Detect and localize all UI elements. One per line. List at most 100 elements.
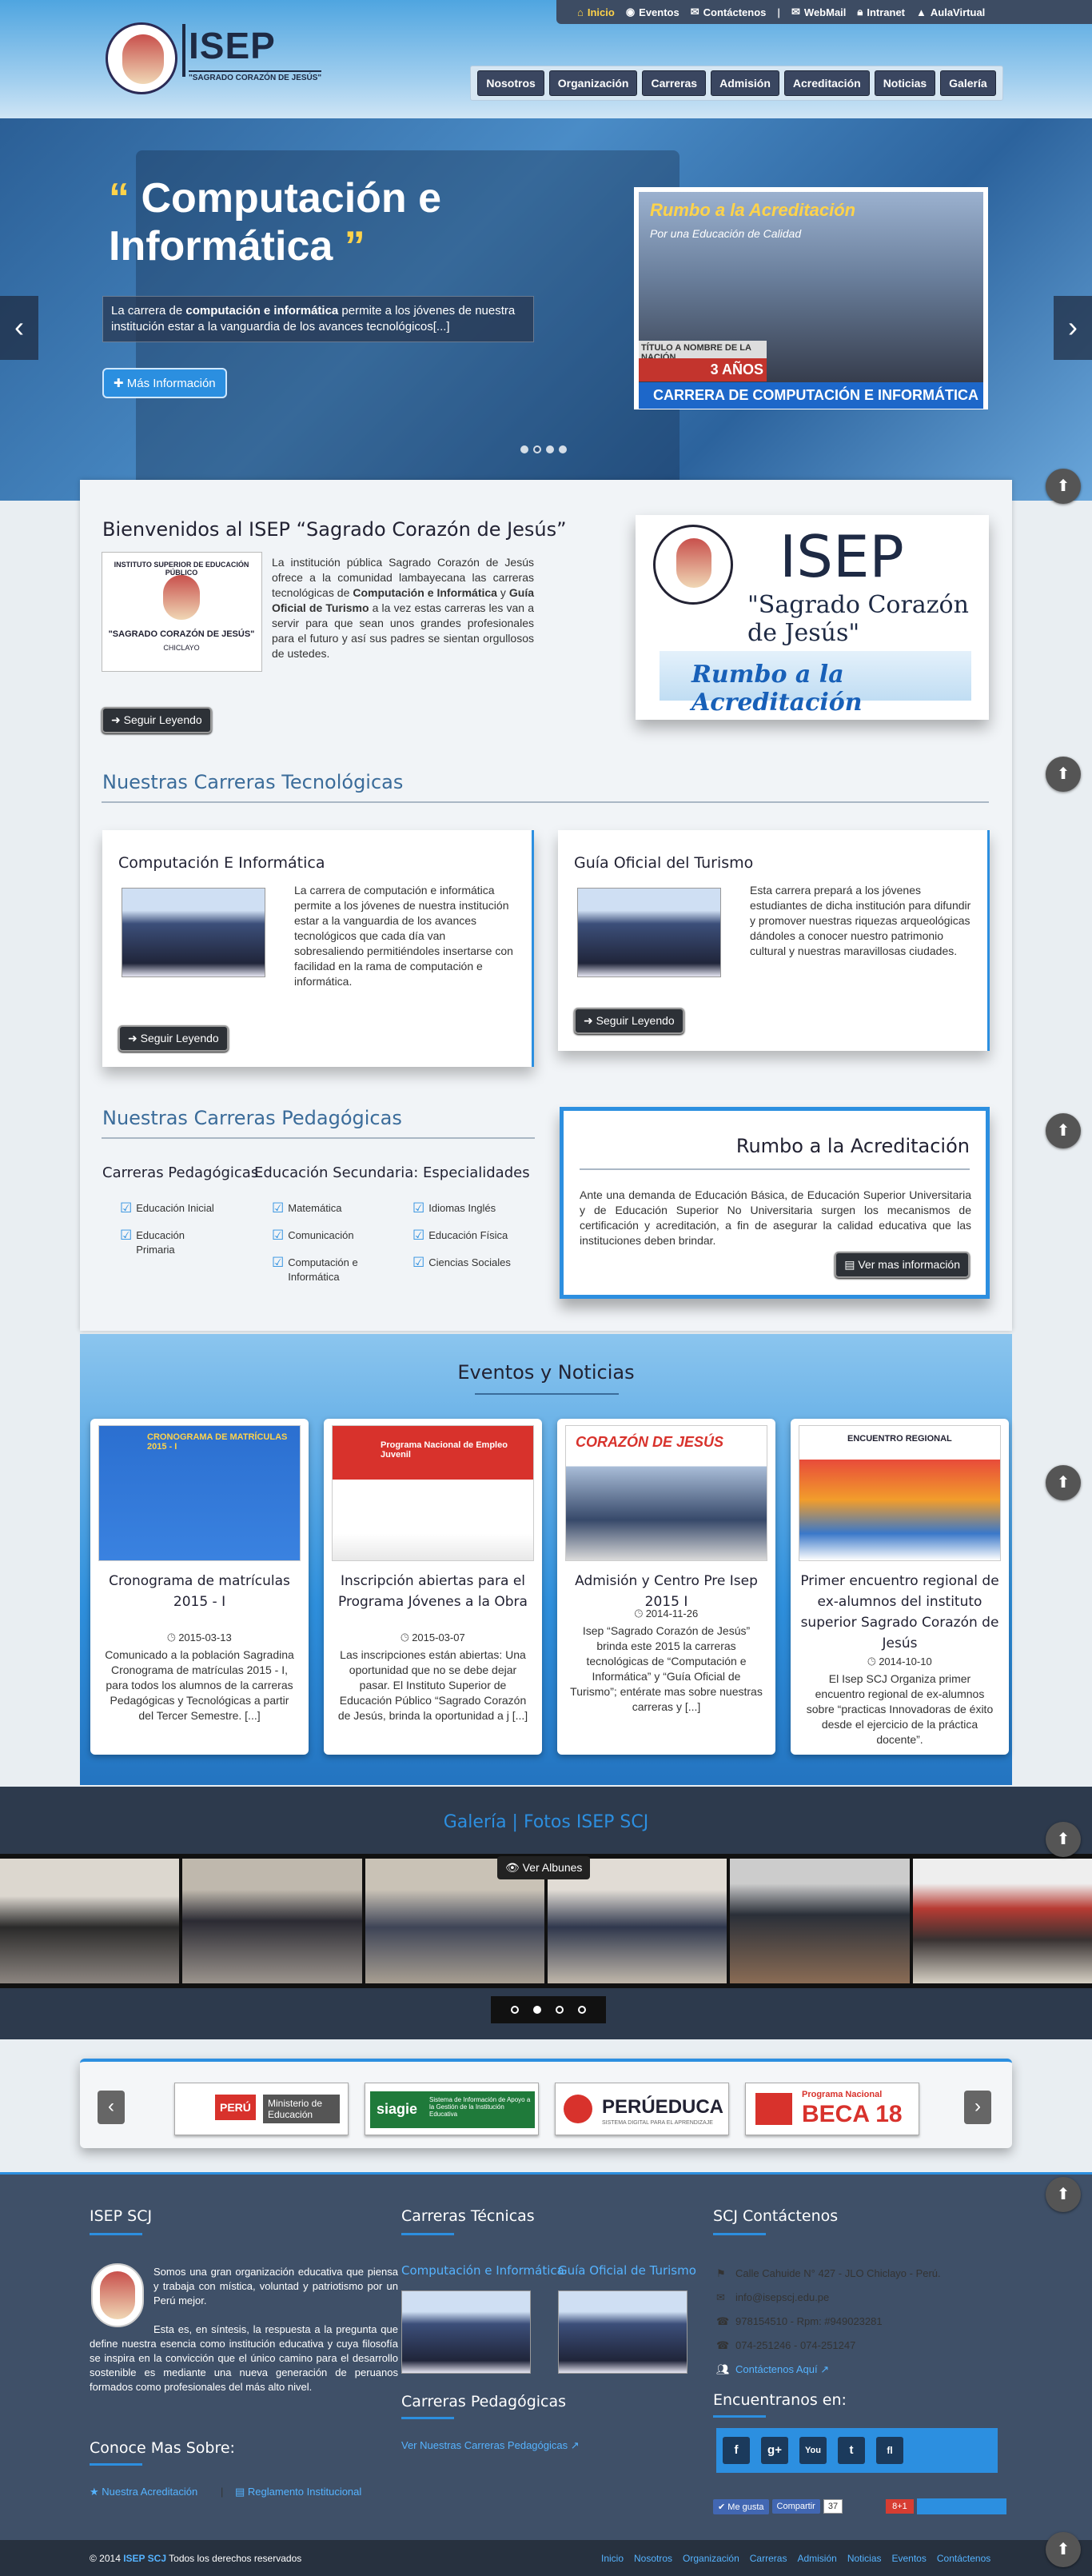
util-home-link[interactable]: ⌂ Inicio [577,6,615,18]
gallery-dot-active[interactable] [533,2006,541,2014]
flickr-icon[interactable]: fl [876,2437,903,2464]
divider [102,801,989,803]
event-card[interactable]: CRONOGRAMA DE MATRÍCULAS 2015 - I Cronog… [90,1419,309,1755]
scroll-up-icon[interactable]: ⬆ [1046,1113,1081,1148]
slide-title: “ Computación e Informática ” [109,175,442,270]
scroll-up-icon[interactable]: ⬆ [1046,2177,1081,2212]
util-contact-link[interactable]: ✉ Contáctenos [691,6,767,18]
slider-dots [520,445,567,453]
event-card[interactable]: ENCUENTRO REGIONAL Primer encuentro regi… [791,1419,1009,1755]
footer-career-thumbnail[interactable] [558,2290,687,2374]
divider [102,1137,535,1139]
bottom-link-eventos[interactable]: Eventos [892,2553,927,2564]
nav-nosotros[interactable]: Nosotros [477,70,544,96]
slider-dot[interactable] [546,445,554,453]
util-webmail-link[interactable]: ✉ WebMail [791,6,846,18]
gallery-photo[interactable] [182,1859,362,1983]
slide-photo: Rumbo a la Acreditación Por una Educació… [634,187,988,409]
isep-acreditation-card: ISEP "Sagrado Corazón de Jesús" Rumbo a … [636,515,989,720]
card-name-text: "Sagrado Corazón de Jesús" [747,591,969,647]
nav-noticias[interactable]: Noticias [874,70,936,96]
welcome-title: Bienvenidos al ISEP “Sagrado Corazón de … [102,518,567,541]
facebook-icon[interactable]: f [723,2437,750,2464]
footer-acreditation-link[interactable]: ★ Nuestra Acreditación [90,2486,197,2498]
more-info-button[interactable]: ✚ Más Información [102,368,227,398]
events-title: Eventos y Noticias [457,1361,635,1384]
gallery-photo[interactable] [730,1859,910,1983]
footer-career-link-turismo[interactable]: Guía Oficial de Turismo [558,2263,696,2278]
bottom-link-organizacion[interactable]: Organización [683,2553,739,2564]
footer-career-link-computacion[interactable]: Computación e Informática [401,2263,564,2278]
footer-pedag-link[interactable]: Ver Nuestras Carreras Pedagógicas ↗ [401,2439,580,2452]
scroll-up-icon[interactable]: ⬆ [1046,469,1081,504]
gallery-dot[interactable] [511,2006,519,2014]
nav-admision[interactable]: Admisión [711,70,779,96]
list-item: ☑ Matemática [272,1200,342,1216]
contact-link[interactable]: 👥︎ Contáctenos Aquí ↗ [716,2358,941,2382]
welcome-read-more-button[interactable]: ➜ Seguir Leyendo [102,707,212,733]
scroll-up-icon[interactable]: ⬆ [1046,2532,1081,2567]
gallery-photo[interactable] [912,1859,1092,1983]
gallery-photo[interactable] [0,1859,180,1983]
util-separator: | [777,6,781,18]
external-link-icon: ↗ [820,2363,830,2375]
partner-logo-siagie[interactable]: siagie Sistema de Información de Apoyo a… [365,2083,539,2135]
util-events-link[interactable]: ◉ Eventos [626,6,680,18]
slider-next-button[interactable]: › [1054,296,1092,360]
sacred-heart-image [163,575,200,620]
slider-dot[interactable] [559,445,567,453]
rumbo-banner: Rumbo a la Acreditación [660,651,971,717]
scroll-up-icon[interactable]: ⬆ [1046,1822,1081,1857]
gallery-dot[interactable] [556,2006,564,2014]
nav-acreditacion[interactable]: Acreditación [783,70,870,96]
bottom-link-noticias[interactable]: Noticias [847,2553,882,2564]
career-read-more-button[interactable]: ➜ Seguir Leyendo [118,1025,229,1052]
card-isep-text: ISEP [779,523,904,590]
career-read-more-button[interactable]: ➜ Seguir Leyendo [574,1008,684,1034]
contact-email[interactable]: ✉ info@isepscj.edu.pe [716,2286,941,2310]
util-intranet-link[interactable]: 🔒︎ Intranet [857,6,905,18]
partner-logo-minedu[interactable]: PERÚ Ministerio de Educación [174,2083,349,2135]
partner-logo-beca18[interactable]: Programa Nacional BECA 18 [745,2083,919,2135]
slider-dot[interactable] [520,445,528,453]
event-card[interactable]: Programa Nacional de Empleo Juvenil Insc… [324,1419,542,1755]
nav-organizacion[interactable]: Organización [548,70,638,96]
event-date: 🕒︎ 2014-10-10 [867,1655,932,1667]
slider-prev-button[interactable]: ‹ [0,296,38,360]
google-plus-icon[interactable]: g+ [761,2437,788,2464]
mail-icon: ✉ [791,6,800,18]
bottom-link-carreras[interactable]: Carreras [750,2553,787,2564]
event-card[interactable]: CORAZÓN DE JESÚS Admisión y Centro Pre I… [557,1419,775,1755]
bottom-link-nosotros[interactable]: Nosotros [634,2553,672,2564]
util-aulavirtual-link[interactable]: ▲ AulaVirtual [916,6,985,18]
site-logo[interactable] [106,22,177,94]
scroll-up-icon[interactable]: ⬆ [1046,757,1081,792]
bottom-link-admision[interactable]: Admisión [797,2553,836,2564]
event-date: 🕒︎ 2015-03-13 [167,1631,232,1643]
contact-phone: ☎ 978154510 - Rpm: #949023281 [716,2310,941,2334]
bottom-link-inicio[interactable]: Inicio [601,2553,624,2564]
view-albums-button[interactable]: 👁︎ Ver Albunes [497,1856,591,1879]
youtube-icon[interactable]: You [799,2437,827,2464]
footer-career-thumbnail[interactable] [401,2290,531,2374]
acred-more-button[interactable]: ▤ Ver mas información [835,1252,970,1278]
institute-seal [653,525,733,605]
gallery-dots [491,1996,606,2023]
envelope-icon: ✉ [690,6,699,18]
slider-dot-active[interactable] [533,445,541,453]
partners-next-button[interactable]: › [964,2091,991,2124]
nav-galeria[interactable]: Galería [940,70,996,96]
twitter-icon[interactable]: t [838,2437,865,2464]
partner-logo-perueduca[interactable]: PERÚEDUCA SISTEMA DIGITAL PARA EL APREND… [555,2083,729,2135]
fb-share-button[interactable]: Compartir [771,2499,820,2514]
scroll-up-icon[interactable]: ⬆ [1046,1465,1081,1500]
nav-carreras[interactable]: Carreras [642,70,707,96]
bottom-link-contactenos[interactable]: Contáctenos [937,2553,990,2564]
footer-regulation-link[interactable]: ▤ Reglamento Institucional [235,2486,361,2498]
event-title: Admisión y Centro Pre Isep 2015 I [575,1573,758,1610]
welcome-text: La institución pública Sagrado Corazón d… [272,556,535,660]
fb-like-button[interactable]: ✔ Me gusta [713,2498,769,2514]
gplus-button[interactable]: 8+1 [886,2499,914,2514]
gallery-dot[interactable] [578,2006,586,2014]
partners-prev-button[interactable]: ‹ [98,2091,125,2124]
